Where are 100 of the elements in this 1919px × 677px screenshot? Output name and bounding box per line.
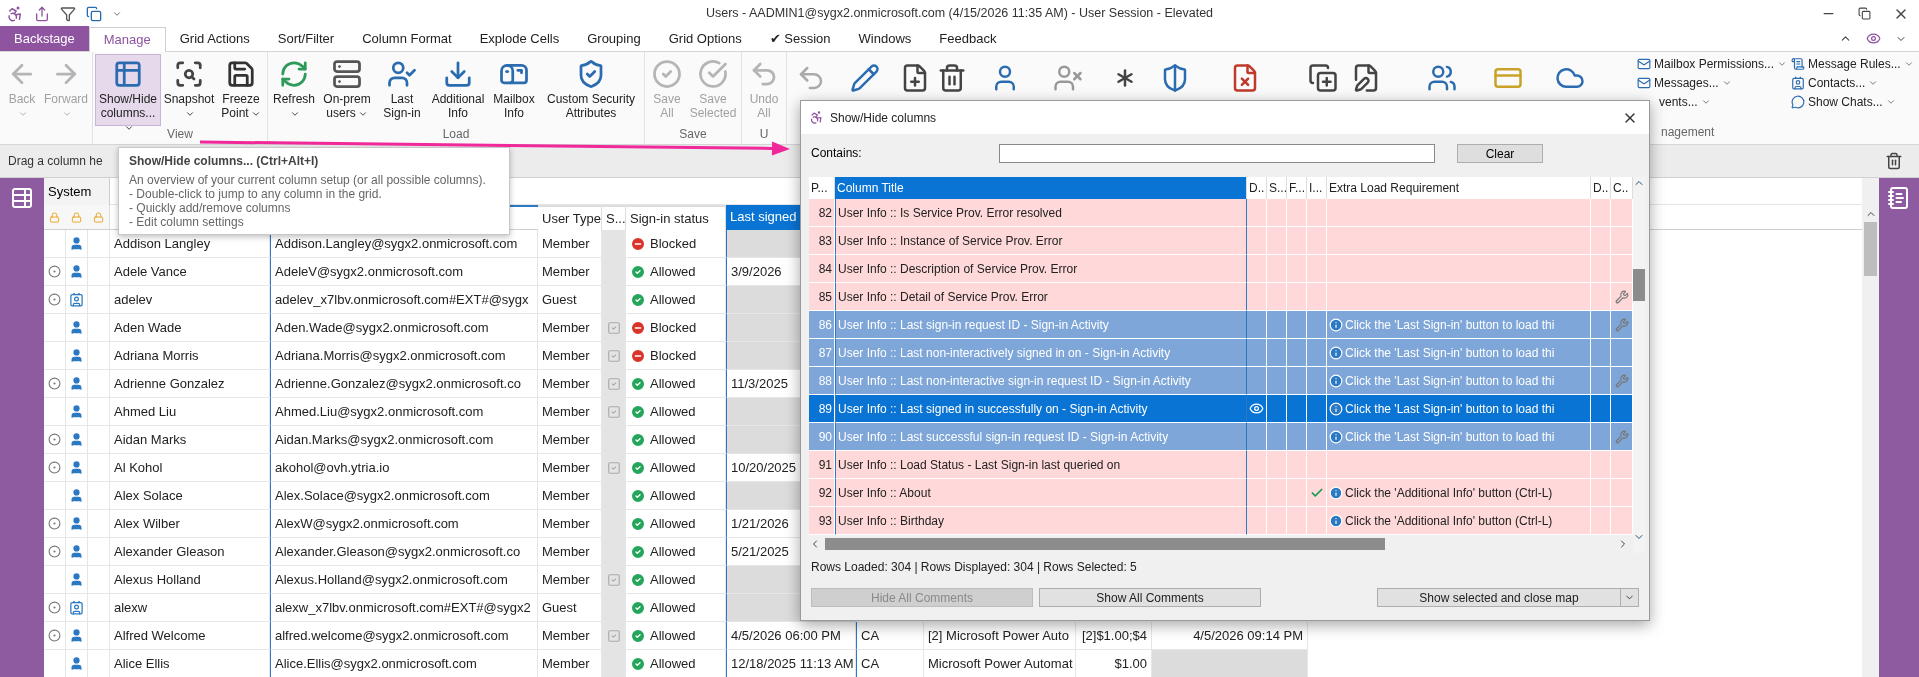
column-row[interactable]: 89 User Info :: Last signed in successfully on - Sign-in Activity Click the 'Last Sign-in' button to load thi: [809, 395, 1633, 423]
trash-icon[interactable]: [1885, 152, 1903, 170]
table-cell: Alexander Gleason: [110, 538, 270, 566]
column-row[interactable]: 92 User Info :: About Click the 'Additional Info' button (Ctrl-L): [809, 479, 1633, 507]
checkbox-icon[interactable]: [606, 348, 621, 363]
ribbon-menu-button[interactable]: Message Rules...: [1791, 54, 1915, 73]
column-header[interactable]: Sign-in status: [626, 205, 726, 230]
table-cell: Alice.Ellis@sygx2.onmicrosoft.com: [270, 650, 538, 677]
radio-icon[interactable]: [48, 629, 61, 642]
vertical-scrollbar[interactable]: [1862, 178, 1879, 677]
copy-icon[interactable]: [86, 5, 102, 22]
column-header[interactable]: C..: [1611, 177, 1633, 199]
table-cell: alexw_x7lbv.onmicrosoft.com#EXT#@sygx2: [270, 594, 538, 622]
radio-icon[interactable]: [48, 265, 61, 278]
ribbon-button[interactable]: Additional Info: [428, 54, 488, 126]
table-cell: Alex.Solace@sygx2.onmicrosoft.com: [270, 482, 538, 510]
radio-icon[interactable]: [48, 377, 61, 390]
app-logo-icon[interactable]: [6, 4, 24, 23]
ribbon-menu-button[interactable]: Show Chats...: [1791, 92, 1915, 111]
ribbon-button[interactable]: Refresh: [270, 54, 318, 126]
column-row[interactable]: 85 User Info :: Detail of Service Prov. Error: [809, 283, 1633, 311]
contains-field[interactable]: [999, 143, 1435, 163]
ribbon-menu-button[interactable]: Mailbox Permissions...: [1637, 54, 1787, 73]
filter-icon[interactable]: [60, 5, 76, 22]
ribbon-tab[interactable]: Column Format: [348, 26, 466, 51]
radio-icon[interactable]: [48, 517, 61, 530]
tooltip-text: - Double-click to jump to any column in the grid.: [129, 187, 383, 201]
requirement-text: Click the 'Last Sign-in' button to load thi: [1345, 372, 1555, 390]
table-cell: Microsoft Power Automat: [924, 650, 1076, 677]
column-header[interactable]: S...: [1267, 177, 1287, 199]
ribbon-tab[interactable]: Grouping: [573, 26, 655, 51]
eye-icon[interactable]: [1866, 31, 1881, 46]
column-row[interactable]: 84 User Info :: Description of Service Prov. Error: [809, 255, 1633, 283]
ribbon-button[interactable]: Custom Security Attributes: [540, 54, 642, 126]
window-title: Users - AADMIN1@sygx2.onmicrosoft.com (4/15/2026 11:35 AM) - User Session - Elevated: [704, 5, 1215, 23]
table-cell: Alice Ellis: [110, 650, 270, 677]
ribbon-button[interactable]: Freeze Point: [217, 54, 265, 126]
column-header[interactable]: P...: [809, 177, 835, 199]
ribbon-button[interactable]: On-prem users: [318, 54, 376, 126]
table-cell: Alfred Welcome: [110, 622, 270, 650]
checkbox-icon[interactable]: [606, 572, 621, 587]
column-header[interactable]: D..: [1591, 177, 1611, 199]
checkbox-icon[interactable]: [606, 404, 621, 419]
checkbox-icon[interactable]: [606, 376, 621, 391]
ribbon-tab[interactable]: Windows: [844, 26, 926, 51]
clear-button[interactable]: Clear: [1457, 143, 1543, 163]
column-row[interactable]: 93 User Info :: Birthday Click the 'Additional Info' button (Ctrl-L): [809, 507, 1633, 535]
ribbon-menu-button[interactable]: Contacts...: [1791, 73, 1915, 92]
scrollbar-thumb[interactable]: [825, 538, 1385, 550]
table-settings-icon[interactable]: [10, 186, 34, 210]
user-icon: [69, 404, 84, 419]
ribbon-tab[interactable]: Feedback: [925, 26, 1011, 51]
checkbox-icon[interactable]: [606, 460, 621, 475]
wrench-icon[interactable]: [1614, 289, 1629, 304]
column-header[interactable]: S...: [602, 205, 626, 230]
ribbon-button[interactable]: Mailbox Info: [488, 54, 540, 126]
scrollbar-thumb[interactable]: [1864, 222, 1877, 276]
column-row[interactable]: 91 User Info :: Load Status - Last Sign-in last queried on: [809, 451, 1633, 479]
column-header[interactable]: Column Title: [835, 177, 1247, 199]
ribbon-menu-button[interactable]: vents...: [1637, 92, 1787, 111]
column-row[interactable]: 83 User Info :: Instance of Service Prov. Error: [809, 227, 1633, 255]
restore-icon[interactable]: [1858, 7, 1871, 20]
table-cell: 4/5/2026 06:00 PM: [726, 622, 856, 650]
scrollbar-thumb[interactable]: [1633, 269, 1645, 301]
status-text: Allowed: [650, 374, 696, 393]
user-icon: [69, 264, 84, 279]
table-cell: adelev: [110, 286, 270, 314]
status-text: Allowed: [650, 626, 696, 645]
status-text: Blocked: [650, 318, 697, 337]
dialog-button[interactable]: Show All Comments: [1039, 588, 1261, 607]
ribbon-button[interactable]: Last Sign-in: [376, 54, 428, 126]
radio-icon[interactable]: [48, 461, 61, 474]
radio-icon[interactable]: [48, 293, 61, 306]
split-button[interactable]: Show selected and close map: [1377, 588, 1639, 607]
radio-icon[interactable]: [48, 545, 61, 558]
column-header[interactable]: User Type: [538, 205, 602, 230]
group-header[interactable]: System: [44, 177, 110, 205]
backstage-button[interactable]: Backstage: [0, 26, 89, 51]
checkbox-icon[interactable]: [606, 628, 621, 643]
status-text: Allowed: [650, 570, 696, 589]
column-header[interactable]: I...: [1307, 177, 1327, 199]
requirement-text: Click the 'Last Sign-in' button to load thi: [1345, 400, 1555, 418]
column-row[interactable]: 82 User Info :: Is Service Prov. Error resolved: [809, 199, 1633, 227]
ribbon-tab[interactable]: Sort/Filter: [263, 26, 349, 51]
copy-plus-icon: [1308, 63, 1338, 93]
ribbon-menu-button[interactable]: Messages...: [1637, 73, 1787, 92]
checkbox-icon[interactable]: [606, 320, 621, 335]
column-header[interactable]: Extra Load Requirement: [1327, 177, 1591, 199]
ribbon-tab[interactable]: Grid Options: [654, 26, 756, 51]
ribbon-tab[interactable]: Manage: [88, 27, 166, 52]
share-icon[interactable]: [34, 5, 50, 22]
column-header[interactable]: F...: [1287, 177, 1307, 199]
ribbon-tab[interactable]: Grid Actions: [165, 26, 264, 51]
column-header[interactable]: D..: [1247, 177, 1267, 199]
ribbon-button[interactable]: Snapshot: [161, 54, 217, 126]
ribbon-tab[interactable]: ✔ Session: [755, 26, 845, 51]
ribbon-tab[interactable]: Explode Cells: [465, 26, 574, 51]
column-list-icon[interactable]: [1887, 186, 1911, 210]
radio-icon[interactable]: [48, 601, 61, 614]
radio-icon[interactable]: [48, 433, 61, 446]
